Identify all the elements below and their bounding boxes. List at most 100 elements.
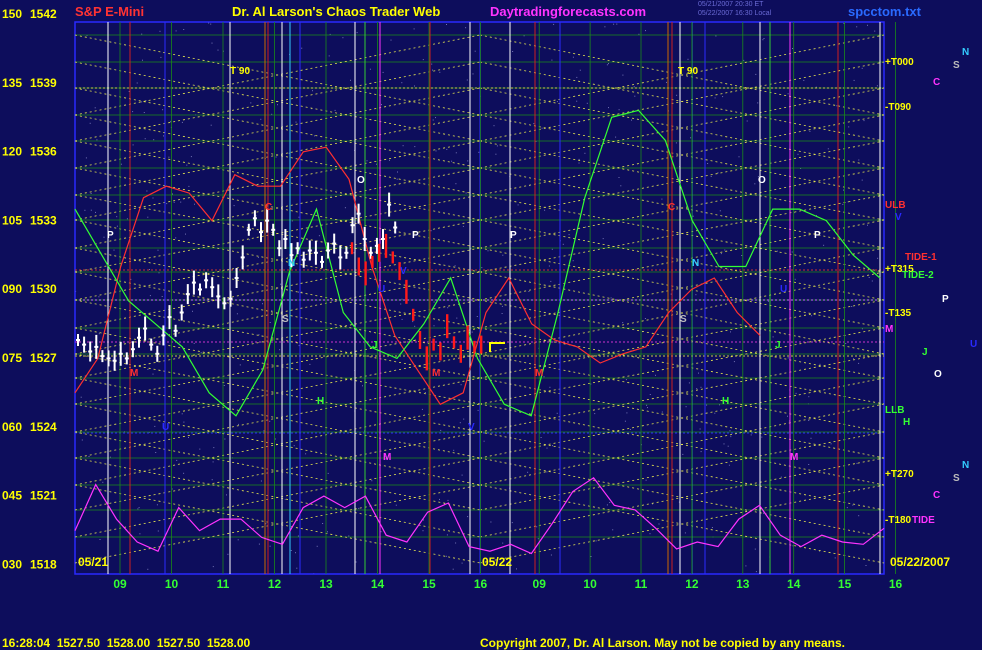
right-label: TIDE-1 bbox=[905, 252, 937, 263]
star bbox=[556, 412, 558, 414]
star bbox=[460, 384, 462, 386]
star bbox=[147, 368, 149, 370]
chart-letter: S bbox=[680, 314, 687, 325]
star bbox=[350, 79, 351, 81]
star bbox=[99, 539, 101, 540]
star bbox=[604, 26, 606, 28]
star bbox=[550, 554, 552, 556]
star bbox=[199, 448, 201, 450]
star bbox=[461, 562, 463, 564]
y-price-label: 1539 bbox=[30, 76, 57, 90]
star bbox=[502, 542, 504, 544]
star bbox=[852, 504, 854, 506]
star bbox=[98, 333, 100, 335]
star bbox=[126, 218, 128, 220]
star bbox=[465, 192, 467, 194]
star bbox=[830, 443, 832, 445]
star bbox=[540, 437, 542, 438]
star bbox=[595, 540, 597, 542]
star bbox=[666, 81, 667, 83]
star bbox=[236, 313, 238, 315]
star bbox=[356, 32, 358, 34]
hour-label: 13 bbox=[319, 577, 333, 591]
hour-label: 16 bbox=[474, 577, 488, 591]
star bbox=[501, 305, 503, 307]
y-price-label: 1524 bbox=[30, 420, 57, 434]
star bbox=[724, 249, 726, 251]
star bbox=[210, 124, 212, 126]
star bbox=[260, 118, 262, 120]
star bbox=[280, 283, 282, 285]
star bbox=[602, 238, 604, 240]
star bbox=[269, 420, 271, 422]
star bbox=[89, 122, 91, 124]
star bbox=[233, 205, 235, 207]
chart-letter: V bbox=[468, 422, 475, 433]
y-price-label: 1533 bbox=[30, 213, 57, 227]
star bbox=[141, 33, 143, 35]
star bbox=[496, 145, 498, 147]
star bbox=[194, 203, 195, 205]
star bbox=[301, 47, 303, 49]
star bbox=[861, 179, 863, 181]
star bbox=[432, 69, 433, 71]
y-osc-label: 150 bbox=[2, 7, 22, 21]
star bbox=[728, 464, 730, 466]
star bbox=[157, 530, 159, 532]
star bbox=[226, 494, 227, 496]
star bbox=[553, 23, 555, 25]
star bbox=[490, 521, 492, 523]
chart-letter: C bbox=[265, 202, 272, 213]
star bbox=[414, 325, 416, 327]
star bbox=[729, 430, 731, 432]
star bbox=[846, 507, 848, 509]
star bbox=[787, 357, 789, 359]
star bbox=[853, 358, 854, 360]
planet-glyph: S bbox=[953, 60, 960, 71]
star bbox=[163, 135, 164, 137]
y-osc-label: 045 bbox=[2, 489, 22, 503]
star bbox=[455, 542, 457, 544]
star bbox=[227, 553, 229, 555]
star bbox=[274, 438, 276, 440]
star bbox=[277, 104, 278, 106]
star bbox=[622, 322, 624, 324]
star bbox=[851, 306, 853, 307]
star bbox=[435, 150, 437, 152]
star bbox=[471, 331, 473, 333]
star bbox=[700, 451, 702, 453]
star bbox=[863, 120, 865, 122]
star bbox=[730, 331, 731, 333]
star bbox=[633, 86, 635, 88]
right-label: -T090 bbox=[885, 102, 912, 113]
star bbox=[211, 479, 213, 481]
star bbox=[180, 201, 182, 203]
star bbox=[549, 386, 551, 388]
y-osc-label: 060 bbox=[2, 420, 22, 434]
star-field bbox=[75, 22, 879, 575]
y-osc-label: 135 bbox=[2, 76, 22, 90]
star bbox=[762, 39, 764, 41]
star bbox=[594, 413, 596, 415]
star bbox=[175, 30, 177, 32]
star bbox=[543, 376, 545, 378]
star bbox=[158, 272, 160, 274]
star bbox=[447, 499, 449, 501]
star bbox=[876, 85, 878, 87]
star bbox=[139, 533, 141, 535]
site-link[interactable]: Daytradingforecasts.com bbox=[490, 4, 646, 19]
y-osc-label: 120 bbox=[2, 145, 22, 159]
star bbox=[147, 216, 149, 218]
star bbox=[834, 557, 836, 559]
star bbox=[776, 250, 778, 252]
star bbox=[501, 313, 503, 314]
star bbox=[433, 325, 435, 327]
right-label: H bbox=[903, 417, 910, 428]
star bbox=[239, 364, 241, 366]
star bbox=[344, 207, 346, 209]
chart-letter: T 90 bbox=[230, 66, 250, 77]
right-label: -T180 bbox=[885, 515, 912, 526]
planet-glyph: C bbox=[933, 77, 940, 88]
star bbox=[116, 225, 118, 227]
star bbox=[183, 421, 185, 423]
